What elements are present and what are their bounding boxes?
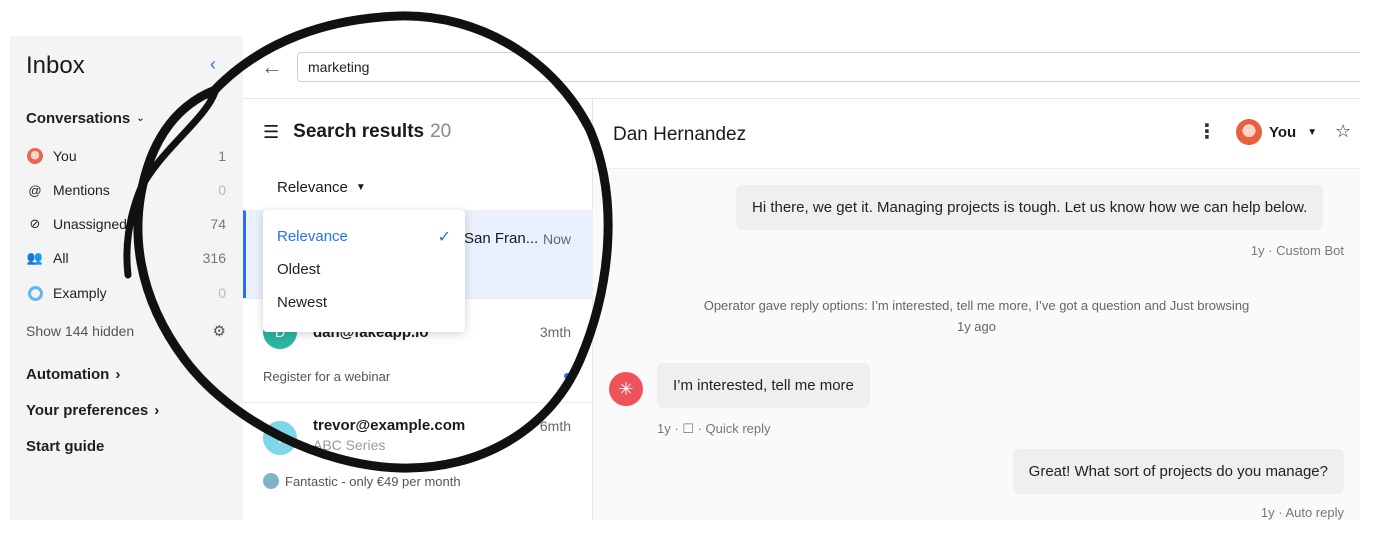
sort-option-oldest[interactable]: Oldest <box>263 253 465 286</box>
contact-name[interactable]: Dan Hernandez <box>613 124 746 146</box>
sidebar-item-you[interactable]: You 1 <box>26 145 226 167</box>
results-count: 20 <box>430 121 452 142</box>
team-icon: 👥 <box>26 250 44 265</box>
gear-icon[interactable]: ⚙ <box>213 322 226 340</box>
unread-dot <box>564 373 570 379</box>
sort-option-label: Oldest <box>277 261 321 278</box>
automation-section[interactable]: Automation › <box>26 366 120 383</box>
sort-dropdown-button[interactable]: Relevance ▼ <box>277 179 366 196</box>
sidebar-item-mentions[interactable]: @ Mentions 0 <box>26 179 226 201</box>
examply-icon <box>26 284 44 302</box>
search-bar: ← <box>243 36 1360 99</box>
chevron-right-icon: › <box>154 402 160 419</box>
sidebar-item-label: You <box>53 148 77 164</box>
sidebar-item-unassigned[interactable]: ⊘ Unassigned 74 <box>26 213 226 235</box>
sidebar-item-count: 74 <box>210 216 226 232</box>
result-preview: Register for a webinar <box>263 369 391 384</box>
conversation-header: Dan Hernandez ⋮ You ▼ ☆ <box>593 99 1360 169</box>
sidebar-item-label: Unassigned <box>53 216 127 232</box>
check-icon: ✓ <box>437 228 451 246</box>
operator-note-text: Operator gave reply options: I’m interes… <box>703 298 1250 313</box>
sidebar-item-label: All <box>53 250 69 266</box>
auto-reply-message: Great! What sort of projects do you mana… <box>1012 449 1344 494</box>
sort-option-newest[interactable]: Newest <box>263 286 465 319</box>
star-icon[interactable]: ☆ <box>1335 121 1351 142</box>
avatar <box>1236 119 1262 145</box>
sidebar-item-all[interactable]: 👥 All 316 <box>26 247 226 269</box>
inbox-app: Inbox ‹ Conversations ⌄ You 1 @ Mentions… <box>10 36 1360 520</box>
sort-option-relevance[interactable]: Relevance ✓ <box>263 220 465 253</box>
avatar: T <box>263 421 297 455</box>
chevron-right-icon: › <box>115 366 121 383</box>
conversation-panel: Dan Hernandez ⋮ You ▼ ☆ Hi there, we get… <box>593 99 1360 520</box>
show-hidden-label: Show 144 hidden <box>26 323 135 339</box>
result-preview: Fantastic - only €49 per month <box>263 473 461 489</box>
result-preview-text: Fantastic - only €49 per month <box>285 474 461 489</box>
assignee-label: You <box>1269 123 1297 141</box>
assignee-dropdown[interactable]: You ▼ <box>1236 119 1317 145</box>
results-title: Search results <box>293 121 425 142</box>
operator-note-meta: 1y ago <box>956 319 997 334</box>
sidebar-item-examply[interactable]: Examply 0 <box>26 282 226 304</box>
sidebar: Inbox ‹ Conversations ⌄ You 1 @ Mentions… <box>10 36 243 520</box>
avatar <box>26 147 44 165</box>
menu-icon[interactable]: ☰ <box>263 122 279 143</box>
back-arrow-icon[interactable]: ← <box>261 54 283 80</box>
sidebar-item-label: Examply <box>53 285 107 301</box>
result-time: Now <box>542 231 571 247</box>
unassigned-icon: ⊘ <box>29 216 41 231</box>
sidebar-item-count: 0 <box>218 182 226 198</box>
inbox-title: Inbox <box>26 52 85 79</box>
at-icon: @ <box>28 182 42 198</box>
sidebar-item-count: 316 <box>202 250 226 266</box>
show-hidden-link[interactable]: Show 144 hidden ⚙ <box>26 322 226 340</box>
auto-reply-meta: 1y · Auto reply <box>1260 505 1344 520</box>
conversations-section[interactable]: Conversations ⌄ <box>26 110 145 127</box>
user-message-meta: 1y · ☐ · Quick reply <box>657 421 771 436</box>
sort-option-label: Newest <box>277 294 328 311</box>
user-message: I’m interested, tell me more <box>657 363 870 408</box>
bot-message: Hi there, we get it. Managing projects i… <box>736 185 1324 230</box>
result-company: ABC Series <box>313 437 386 453</box>
avatar: ✳ <box>609 372 643 406</box>
sidebar-item-count: 1 <box>218 148 226 164</box>
sidebar-item-label: Mentions <box>53 182 110 198</box>
chevron-down-icon: ⌄ <box>136 113 145 124</box>
start-guide-link[interactable]: Start guide <box>26 438 104 455</box>
result-row[interactable]: T trevor@example.com ABC Series 6mth Fan… <box>243 402 593 506</box>
result-sender: trevor@example.com <box>313 417 466 434</box>
results-header: ☰ Search results 20 <box>263 121 451 143</box>
chevron-down-icon: ▼ <box>355 182 366 193</box>
sort-option-label: Relevance <box>277 228 348 245</box>
collapse-icon[interactable]: ‹ <box>210 54 228 74</box>
sort-label: Relevance <box>277 179 348 196</box>
result-time: 3mth <box>539 324 571 340</box>
avatar <box>263 473 279 489</box>
chevron-down-icon: ▼ <box>1307 126 1318 138</box>
search-input[interactable] <box>297 52 1360 82</box>
result-time: 6mth <box>539 418 571 434</box>
kebab-icon[interactable]: ⋮ <box>1197 119 1217 144</box>
automation-label: Automation <box>26 366 110 383</box>
bot-message-meta: 1y · Custom Bot <box>1250 243 1344 258</box>
start-guide-label: Start guide <box>26 438 105 455</box>
sort-dropdown-menu: Relevance ✓ Oldest Newest <box>263 210 465 332</box>
operator-note: Operator gave reply options: I’m interes… <box>593 295 1360 337</box>
preferences-section[interactable]: Your preferences › <box>26 402 159 419</box>
sidebar-item-count: 0 <box>218 285 226 301</box>
preferences-label: Your preferences <box>26 402 149 419</box>
result-sender: San Fran... <box>464 230 539 247</box>
conversations-label: Conversations <box>26 110 131 127</box>
